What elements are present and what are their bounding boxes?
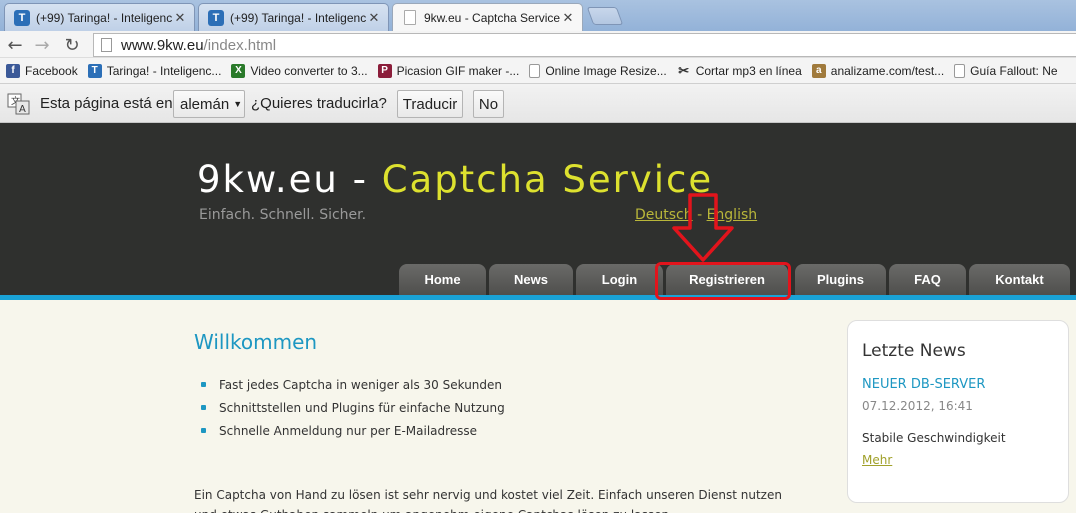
url-host: www.9kw.eu (121, 36, 204, 54)
bookmark-label: Cortar mp3 en línea (695, 63, 802, 78)
bookmark-fallout[interactable]: Guía Fallout: Ne (954, 63, 1058, 78)
bookmarks-bar: f Facebook T Taringa! - Inteligenc... X … (0, 58, 1076, 84)
news-heading: Letzte News (862, 341, 966, 361)
feature-text: Schnittstellen und Plugins für einfache … (219, 400, 505, 415)
main-navigation: Home News Login Registrieren Plugins FAQ… (0, 264, 1076, 295)
browser-toolbar: ← → ↻ www.9kw.eu/index.html (0, 31, 1076, 58)
bookmark-label: Picasion GIF maker -... (396, 63, 520, 78)
no-translate-button[interactable]: No (473, 90, 504, 118)
feature-item: Schnelle Anmeldung nur per E-Mailadresse (201, 419, 505, 442)
latest-news-box: Letzte News NEUER DB-SERVER 07.12.2012, … (847, 320, 1069, 503)
bookmark-label: Video converter to 3... (250, 63, 368, 78)
bookmark-picasion[interactable]: P Picasion GIF maker -... (377, 63, 520, 78)
news-item-date: 07.12.2012, 16:41 (862, 399, 973, 413)
bullet-icon (201, 405, 206, 410)
bookmark-label: analizame.com/test... (830, 63, 945, 78)
news-more-link[interactable]: Mehr (862, 453, 892, 467)
feature-list: Fast jedes Captcha in weniger als 30 Sek… (201, 373, 505, 442)
picasion-icon: P (377, 63, 392, 78)
analizame-icon: a (811, 63, 826, 78)
nav-kontakt[interactable]: Kontakt (969, 264, 1070, 295)
bullet-icon (201, 428, 206, 433)
language-value: alemán (180, 95, 230, 113)
page-icon (404, 10, 416, 25)
nav-faq[interactable]: FAQ (889, 264, 966, 295)
bookmark-facebook[interactable]: f Facebook (6, 63, 78, 78)
taringa-icon: T (14, 9, 30, 26)
bookmark-cortar-mp3[interactable]: ✂ Cortar mp3 en línea (677, 62, 802, 78)
bookmark-analizame[interactable]: a analizame.com/test... (811, 63, 945, 78)
news-item-2-title: Stabile Geschwindigkeit (862, 431, 1006, 445)
browser-tab-strip: T (+99) Taringa! - Inteligenc ✕ T (+99) … (0, 0, 1076, 31)
header-accent-line (0, 295, 1076, 300)
site-title-main: 9kw.eu - (197, 158, 382, 201)
browser-tab-1[interactable]: T (+99) Taringa! - Inteligenc ✕ (4, 3, 195, 31)
caret-down-icon: ▼ (233, 99, 243, 109)
bookmark-label: Guía Fallout: Ne (970, 63, 1058, 78)
facebook-icon: f (6, 63, 20, 78)
translate-button[interactable]: Traducir (397, 90, 463, 118)
bookmark-label: Taringa! - Inteligenc... (106, 63, 222, 78)
feature-item: Fast jedes Captcha in weniger als 30 Sek… (201, 373, 505, 396)
welcome-heading: Willkommen (194, 330, 318, 354)
bookmark-video-converter[interactable]: X Video converter to 3... (231, 63, 368, 78)
feature-item: Schnittstellen und Plugins für einfache … (201, 396, 505, 419)
translate-prompt: Esta página está en (40, 95, 173, 112)
red-down-arrow-annotation (672, 193, 734, 262)
feature-text: Schnelle Anmeldung nur per E-Mailadresse (219, 423, 478, 438)
browser-tab-title: (+99) Taringa! - Inteligenc (230, 10, 366, 25)
page-icon (101, 38, 112, 52)
bookmark-label: Facebook (25, 63, 78, 78)
site-header: 9kw.eu - Captcha Service Einfach. Schnel… (0, 123, 1076, 295)
registrieren-highlight-annotation (655, 262, 791, 300)
news-item-title[interactable]: NEUER DB-SERVER (862, 377, 985, 392)
bookmark-taringa[interactable]: T Taringa! - Inteligenc... (87, 63, 222, 78)
translate-question: ¿Quieres traducirla? (251, 95, 387, 112)
address-bar[interactable]: www.9kw.eu/index.html (93, 33, 1076, 57)
close-tab-icon[interactable]: ✕ (366, 10, 382, 26)
svg-text:A: A (19, 104, 26, 115)
page-icon (529, 63, 541, 78)
nav-news[interactable]: News (489, 264, 573, 295)
browser-tab-3-active[interactable]: 9kw.eu - Captcha Service f ✕ (392, 3, 583, 31)
page-icon (954, 63, 966, 78)
bookmark-image-resize[interactable]: Online Image Resize... (529, 63, 667, 78)
scissors-icon: ✂ (678, 62, 690, 78)
bullet-icon (201, 382, 206, 387)
browser-tab-2[interactable]: T (+99) Taringa! - Inteligenc ✕ (198, 3, 389, 31)
bookmark-label: Online Image Resize... (545, 63, 667, 78)
site-tagline: Einfach. Schnell. Sicher. (199, 207, 367, 223)
new-tab-button[interactable] (586, 7, 624, 25)
feature-text: Fast jedes Captcha in weniger als 30 Sek… (219, 377, 503, 392)
site-title-accent: Captcha Service (381, 158, 714, 201)
browser-tab-title: (+99) Taringa! - Inteligenc (36, 10, 172, 25)
video-converter-icon: X (231, 63, 246, 78)
taringa-icon: T (87, 63, 102, 78)
close-tab-icon[interactable]: ✕ (560, 10, 576, 26)
nav-plugins[interactable]: Plugins (795, 264, 886, 295)
translate-icon: 文 A (7, 93, 31, 115)
browser-tab-title: 9kw.eu - Captcha Service f (424, 10, 560, 25)
site-title: 9kw.eu - Captcha Service (197, 158, 713, 201)
forward-arrow-icon[interactable]: → (31, 34, 53, 56)
reload-icon[interactable]: ↻ (61, 34, 83, 56)
url-path: /index.html (203, 36, 277, 54)
nav-home[interactable]: Home (399, 264, 486, 295)
nav-login[interactable]: Login (576, 264, 663, 295)
back-arrow-icon[interactable]: ← (4, 34, 26, 56)
language-select[interactable]: alemán ▼ (173, 90, 245, 118)
intro-paragraph: Ein Captcha von Hand zu lösen ist sehr n… (194, 488, 782, 513)
close-tab-icon[interactable]: ✕ (172, 10, 188, 26)
translate-bar: 文 A Esta página está en alemán ▼ ¿Quiere… (0, 84, 1076, 123)
taringa-icon: T (208, 9, 224, 26)
